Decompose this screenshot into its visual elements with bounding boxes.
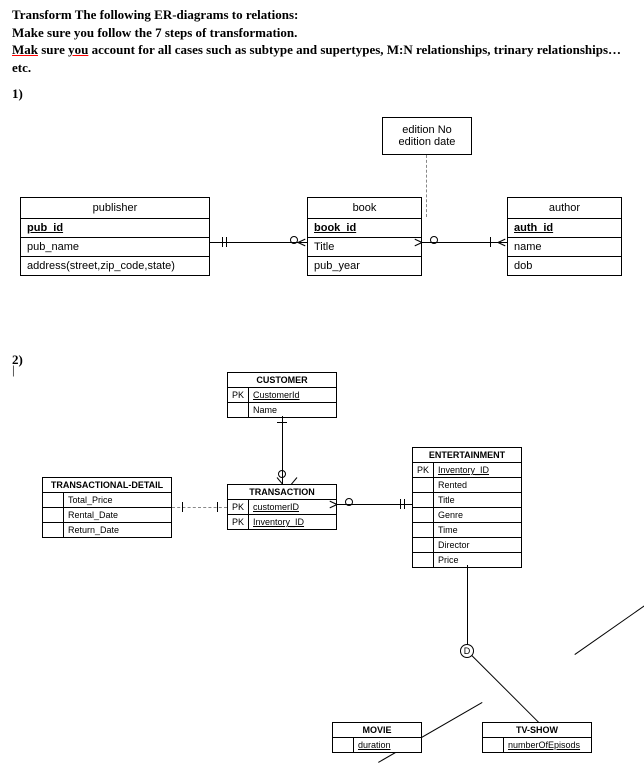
instr-line3b: sure (38, 42, 68, 57)
ent-genre: Genre (434, 508, 522, 523)
edition-no: edition No (391, 124, 463, 136)
notch-ent1 (400, 499, 401, 509)
notch-ent2 (404, 499, 405, 509)
book-title: book (308, 198, 421, 218)
line-ent-disc (467, 565, 468, 645)
transaction-title: TRANSACTION (227, 484, 337, 500)
book-title-attr: Title (308, 237, 421, 256)
notch-td1 (182, 502, 183, 512)
publisher-name: pub_name (21, 237, 209, 256)
ent-pk: Inventory_ID (434, 463, 522, 478)
customer-title: CUSTOMER (227, 372, 337, 388)
text-cursor: | (12, 362, 15, 378)
tvshow-episodes: numberOfEpisods (504, 738, 592, 753)
trans-pk2: Inventory_ID (249, 515, 337, 530)
ent-price: Price (434, 553, 522, 568)
movie-duration: duration (354, 738, 422, 753)
entity-tvshow: TV-SHOW numberOfEpisods (482, 722, 592, 753)
trans-pk1: customerID (249, 500, 337, 515)
notch-td2 (217, 502, 218, 512)
dash-tdetail-trans (172, 507, 227, 508)
author-title: author (508, 198, 621, 218)
entity-book: book book_id Title pub_year (307, 197, 422, 276)
instr-line1: Transform The following ER-diagrams to r… (12, 7, 298, 22)
instr-line3d: account for all cases such as subtype an… (12, 42, 621, 75)
weak-entity-edition: edition No edition date (382, 117, 472, 155)
instr-mak: Mak (12, 42, 38, 57)
notch-cust (277, 422, 287, 423)
entity-entertainment: ENTERTAINMENT PKInventory_ID Rented Titl… (412, 447, 522, 568)
trans-pk2-label: PK (227, 515, 249, 530)
entity-customer: CUSTOMER PKCustomerId Name (227, 372, 337, 418)
question-1-label: 1) (12, 86, 632, 102)
movie-title: MOVIE (332, 722, 422, 738)
card-notch-3 (490, 237, 491, 247)
entity-author: author auth_id name dob (507, 197, 622, 276)
trans-pk1-label: PK (227, 500, 249, 515)
disc-label: D (464, 646, 471, 656)
card-notch-1 (222, 237, 223, 247)
tdetail-return: Return_Date (64, 523, 172, 538)
tdetail-title: TRANSACTIONAL-DETAIL (42, 477, 172, 493)
card-notch-2 (226, 237, 227, 247)
customer-pk-label: PK (227, 388, 249, 403)
entity-movie: MOVIE duration (332, 722, 422, 753)
publisher-title: publisher (21, 198, 209, 218)
instr-you: you (68, 42, 88, 57)
customer-pk: CustomerId (249, 388, 337, 403)
book-pubyear: pub_year (308, 256, 421, 275)
tdetail-rental: Rental_Date (64, 508, 172, 523)
instr-line2: Make sure you follow the 7 steps of tran… (12, 25, 297, 40)
edition-date: edition date (391, 136, 463, 148)
entity-transactional-detail: TRANSACTIONAL-DETAIL Total_Price Rental_… (42, 477, 172, 538)
entity-transaction: TRANSACTION PKcustomerID PKInventory_ID (227, 484, 337, 530)
zero-circle-ct (278, 470, 286, 478)
question-2-label: 2) (12, 352, 632, 368)
instructions-block: Transform The following ER-diagrams to r… (12, 6, 632, 76)
author-name: name (508, 237, 621, 256)
tvshow-title: TV-SHOW (482, 722, 592, 738)
entity-publisher: publisher pub_id pub_name address(street… (20, 197, 210, 276)
tdetail-price: Total_Price (64, 493, 172, 508)
diag-movie (574, 588, 644, 655)
ent-time: Time (434, 523, 522, 538)
ent-pk-label: PK (412, 463, 434, 478)
customer-name: Name (249, 403, 337, 418)
dashed-connector (426, 155, 427, 217)
ent-rented: Rented (434, 478, 522, 493)
er-diagram-1: edition No edition date publisher pub_id… (12, 102, 632, 342)
ent-titleattr: Title (434, 493, 522, 508)
ent-title: ENTERTAINMENT (412, 447, 522, 463)
diag-tvshow (471, 655, 542, 726)
er-diagram-2: | CUSTOMER PKCustomerId Name TRANSACTION… (12, 372, 632, 772)
author-pk: auth_id (508, 218, 621, 237)
author-dob: dob (508, 256, 621, 275)
book-pk: book_id (308, 218, 421, 237)
ent-director: Director (434, 538, 522, 553)
publisher-address: address(street,zip_code,state) (21, 256, 209, 275)
publisher-pk: pub_id (21, 218, 209, 237)
